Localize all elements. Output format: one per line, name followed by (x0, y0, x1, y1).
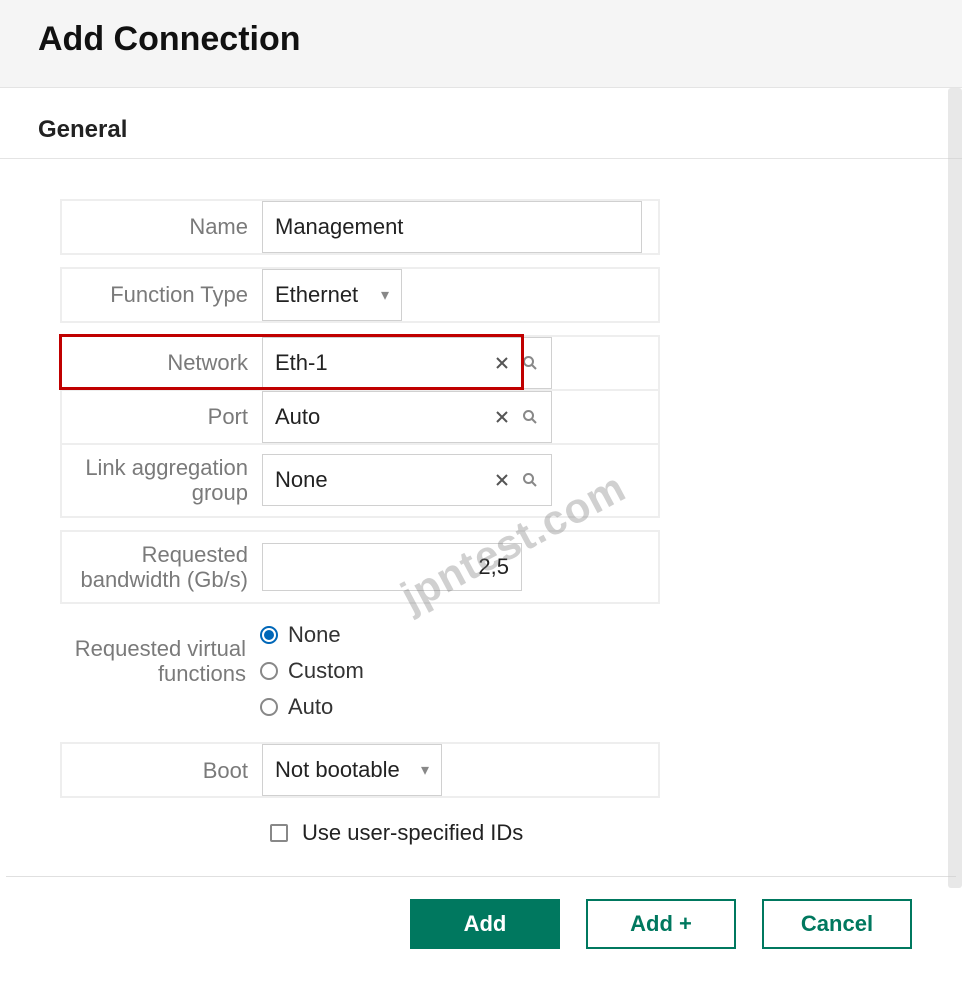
search-icon[interactable] (519, 469, 541, 491)
cancel-button[interactable]: Cancel (762, 899, 912, 949)
use-ids-label: Use user-specified IDs (302, 820, 523, 846)
label-lag: Link aggregation group (62, 445, 262, 516)
rvf-option-label: None (288, 622, 341, 648)
row-rvf: Requested virtual functions None Custom … (60, 618, 660, 724)
rvf-option-auto[interactable]: Auto (260, 694, 364, 720)
use-ids-checkbox[interactable] (270, 824, 288, 842)
port-lookup[interactable]: Auto (262, 391, 552, 443)
add-button[interactable]: Add (410, 899, 560, 949)
section-general-title: General (0, 88, 962, 159)
name-input[interactable] (262, 201, 642, 253)
rvf-radio-group: None Custom Auto (260, 618, 364, 724)
row-network: Network Eth-1 (60, 335, 660, 391)
footer: Add Add + Cancel (0, 877, 962, 977)
label-network: Network (62, 337, 262, 389)
row-use-ids: Use user-specified IDs (270, 820, 962, 846)
boot-select[interactable]: Not bootable ▾ (262, 744, 442, 796)
scrollbar[interactable] (948, 88, 962, 888)
chevron-down-icon: ▾ (381, 285, 389, 305)
row-boot: Boot Not bootable ▾ (60, 742, 660, 798)
port-value: Auto (275, 404, 485, 430)
clear-icon[interactable] (491, 406, 513, 428)
row-function-type: Function Type Ethernet ▾ (60, 267, 660, 323)
search-icon[interactable] (519, 406, 541, 428)
rvf-option-custom[interactable]: Custom (260, 658, 364, 684)
radio-icon (260, 662, 278, 680)
radio-icon (260, 698, 278, 716)
page-title: Add Connection (38, 20, 924, 59)
clear-icon[interactable] (491, 352, 513, 374)
dialog-header: Add Connection (0, 0, 962, 88)
label-name: Name (62, 201, 262, 253)
network-value: Eth-1 (275, 350, 485, 376)
add-plus-button[interactable]: Add + (586, 899, 736, 949)
network-lookup[interactable]: Eth-1 (262, 337, 552, 389)
search-icon[interactable] (519, 352, 541, 374)
boot-value: Not bootable (275, 757, 400, 783)
lag-value: None (275, 467, 485, 493)
label-rvf: Requested virtual functions (60, 618, 260, 724)
chevron-down-icon: ▾ (421, 760, 429, 780)
radio-icon (260, 626, 278, 644)
clear-icon[interactable] (491, 469, 513, 491)
rvf-option-label: Custom (288, 658, 364, 684)
rvf-option-label: Auto (288, 694, 333, 720)
label-port: Port (62, 391, 262, 443)
function-type-select[interactable]: Ethernet ▾ (262, 269, 402, 321)
bandwidth-input[interactable] (262, 543, 522, 591)
label-bandwidth: Requested bandwidth (Gb/s) (62, 532, 262, 603)
form: Name Function Type Ethernet ▾ Network Et… (0, 159, 962, 846)
lag-lookup[interactable]: None (262, 454, 552, 506)
label-function-type: Function Type (62, 269, 262, 321)
content-area: General Name Function Type Ethernet ▾ Ne… (0, 88, 962, 846)
label-boot: Boot (62, 744, 262, 796)
rvf-option-none[interactable]: None (260, 622, 364, 648)
row-lag: Link aggregation group None (60, 443, 660, 518)
row-name: Name (60, 199, 660, 255)
row-bandwidth: Requested bandwidth (Gb/s) (60, 530, 660, 605)
row-port: Port Auto (60, 389, 660, 445)
function-type-value: Ethernet (275, 282, 358, 308)
